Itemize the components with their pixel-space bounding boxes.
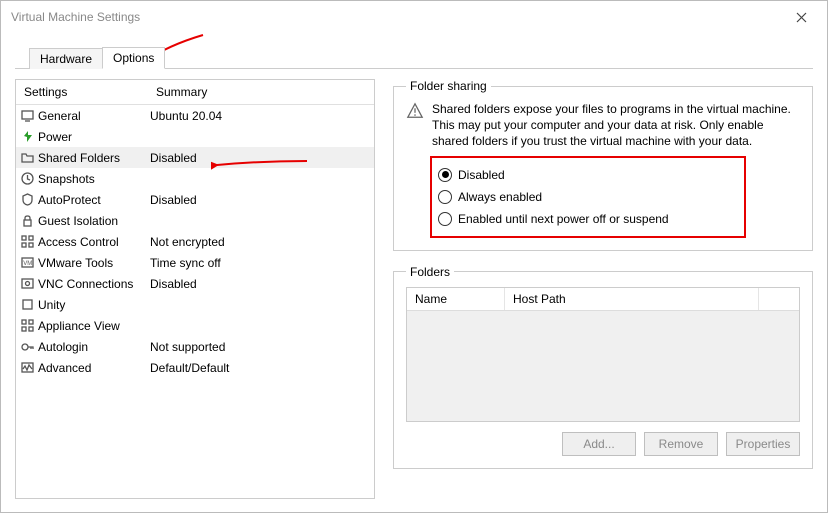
vnc-icon <box>20 276 35 291</box>
radio-icon <box>438 168 452 182</box>
list-item-label: AutoProtect <box>38 193 148 207</box>
settings-list: Settings Summary GeneralUbuntu 20.04Powe… <box>15 79 375 499</box>
radio-label: Always enabled <box>458 190 542 204</box>
warning-text: Shared folders expose your files to prog… <box>432 101 800 150</box>
list-item-icon <box>16 360 38 375</box>
list-item-icon <box>16 234 38 249</box>
folder-sharing-group: Folder sharing Shared folders expose you… <box>393 79 813 251</box>
sharing-mode-radio-group: Disabled Always enabled Enabled until ne… <box>430 156 746 238</box>
list-item-icon <box>16 108 38 123</box>
list-item-label: VNC Connections <box>38 277 148 291</box>
svg-text:VM: VM <box>23 261 32 267</box>
wave-icon <box>20 360 35 375</box>
list-item-icon <box>16 129 38 144</box>
folder-icon <box>20 150 35 165</box>
monitor-icon <box>20 108 35 123</box>
radio-always-enabled[interactable]: Always enabled <box>438 186 736 208</box>
list-item[interactable]: VM VMware ToolsTime sync off <box>16 252 374 273</box>
tab-bar: Hardware Options <box>15 45 813 69</box>
list-item[interactable]: AutologinNot supported <box>16 336 374 357</box>
list-item-label: VMware Tools <box>38 256 148 270</box>
column-header-summary[interactable]: Summary <box>148 80 374 104</box>
list-item-label: Autologin <box>38 340 148 354</box>
list-item[interactable]: Snapshots <box>16 168 374 189</box>
list-item[interactable]: VNC ConnectionsDisabled <box>16 273 374 294</box>
list-item[interactable]: Unity <box>16 294 374 315</box>
close-button[interactable] <box>781 3 821 31</box>
lock-icon <box>20 213 35 228</box>
add-button[interactable]: Add... <box>562 432 636 456</box>
clock-icon <box>20 171 35 186</box>
list-item[interactable]: AutoProtectDisabled <box>16 189 374 210</box>
list-item-summary: Time sync off <box>148 256 374 270</box>
list-item-icon <box>16 318 38 333</box>
list-item[interactable]: GeneralUbuntu 20.04 <box>16 105 374 126</box>
remove-button[interactable]: Remove <box>644 432 718 456</box>
radio-label: Disabled <box>458 168 505 182</box>
list-item[interactable]: Appliance View <box>16 315 374 336</box>
list-item[interactable]: Power <box>16 126 374 147</box>
list-item-summary: Disabled <box>148 193 374 207</box>
list-item-summary: Default/Default <box>148 361 374 375</box>
column-header-settings[interactable]: Settings <box>16 80 148 104</box>
folders-column-name[interactable]: Name <box>407 288 505 310</box>
list-item-icon <box>16 339 38 354</box>
list-item-label: Shared Folders <box>38 151 148 165</box>
list-item-label: Unity <box>38 298 148 312</box>
folder-sharing-legend: Folder sharing <box>406 79 491 93</box>
list-item-label: Power <box>38 130 148 144</box>
list-item[interactable]: Shared FoldersDisabled <box>16 147 374 168</box>
list-item-label: General <box>38 109 148 123</box>
list-item-summary: Not supported <box>148 340 374 354</box>
list-item-icon: VM <box>16 255 38 270</box>
list-item-label: Appliance View <box>38 319 148 333</box>
folders-table[interactable]: Name Host Path <box>406 287 800 422</box>
key-icon <box>20 339 35 354</box>
radio-label: Enabled until next power off or suspend <box>458 212 669 226</box>
list-item-icon <box>16 297 38 312</box>
tab-options[interactable]: Options <box>102 47 165 69</box>
list-item-icon <box>16 276 38 291</box>
list-item-label: Snapshots <box>38 172 148 186</box>
grid-icon <box>20 234 35 249</box>
tab-hardware[interactable]: Hardware <box>29 48 103 69</box>
list-item-icon <box>16 192 38 207</box>
power-icon <box>20 129 35 144</box>
folders-table-header: Name Host Path <box>407 288 799 311</box>
apps-icon <box>20 318 35 333</box>
folders-group: Folders Name Host Path Add... Remove Pro… <box>393 265 813 469</box>
list-item-label: Guest Isolation <box>38 214 148 228</box>
list-item-summary: Not encrypted <box>148 235 374 249</box>
list-item[interactable]: Access ControlNot encrypted <box>16 231 374 252</box>
shield-icon <box>20 192 35 207</box>
properties-button[interactable]: Properties <box>726 432 800 456</box>
radio-disabled[interactable]: Disabled <box>438 164 736 186</box>
list-item-summary: Disabled <box>148 151 374 165</box>
radio-icon <box>438 212 452 226</box>
square-icon <box>20 297 35 312</box>
list-item-label: Access Control <box>38 235 148 249</box>
list-item[interactable]: Guest Isolation <box>16 210 374 231</box>
list-item-summary: Ubuntu 20.04 <box>148 109 374 123</box>
title-bar: Virtual Machine Settings <box>1 1 827 33</box>
vm-icon: VM <box>20 255 35 270</box>
list-item[interactable]: AdvancedDefault/Default <box>16 357 374 378</box>
list-item-label: Advanced <box>38 361 148 375</box>
radio-icon <box>438 190 452 204</box>
warning-icon <box>406 102 424 120</box>
close-icon <box>796 12 807 23</box>
settings-list-header: Settings Summary <box>16 80 374 105</box>
list-item-summary: Disabled <box>148 277 374 291</box>
radio-until-poweroff[interactable]: Enabled until next power off or suspend <box>438 208 736 230</box>
list-item-icon <box>16 171 38 186</box>
folders-column-spacer <box>759 288 799 310</box>
list-item-icon <box>16 150 38 165</box>
list-item-icon <box>16 213 38 228</box>
folders-legend: Folders <box>406 265 454 279</box>
window-title: Virtual Machine Settings <box>11 10 140 24</box>
folders-column-host[interactable]: Host Path <box>505 288 759 310</box>
